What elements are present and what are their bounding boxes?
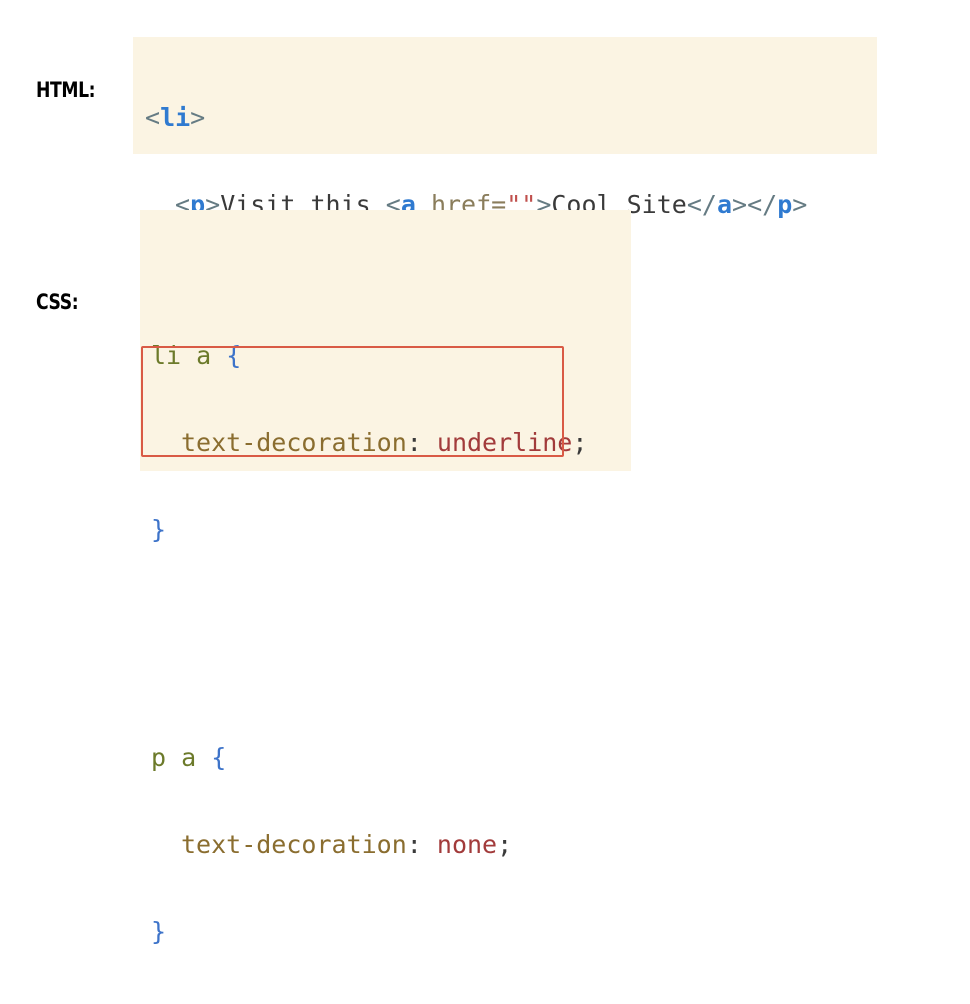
css-rule-p-a: p a { text-decoration: none; } xyxy=(151,685,631,1004)
semicolon: ; xyxy=(572,428,588,457)
tag-bracket: > xyxy=(732,190,748,219)
code-line: } xyxy=(151,917,631,946)
open-brace: { xyxy=(211,743,227,772)
tag-bracket: < xyxy=(145,103,161,132)
close-brace: } xyxy=(151,917,167,946)
tag-bracket: </ xyxy=(686,190,717,219)
code-line: p a { xyxy=(151,743,631,772)
code-line: text-decoration: none; xyxy=(151,830,631,859)
tag-name: p xyxy=(777,190,793,219)
tag-name: li xyxy=(160,103,191,132)
semicolon: ; xyxy=(497,830,513,859)
tag-name: a xyxy=(716,190,733,219)
html-code-block: <li> <p>Visit this <a href="">Cool Site<… xyxy=(133,37,877,306)
css-property: text-decoration xyxy=(181,830,407,859)
tag-bracket: </ xyxy=(747,190,778,219)
code-line: <li> xyxy=(145,103,877,132)
code-line: } xyxy=(151,515,631,544)
tag-bracket: > xyxy=(792,190,808,219)
tag-bracket: > xyxy=(190,103,206,132)
css-selector: p a xyxy=(151,743,212,772)
highlight-box xyxy=(141,346,564,457)
html-label: HTML: xyxy=(36,78,96,102)
colon: : xyxy=(406,830,437,859)
css-value: none xyxy=(436,830,498,859)
close-brace: } xyxy=(151,515,167,544)
css-label: CSS: xyxy=(36,290,79,314)
